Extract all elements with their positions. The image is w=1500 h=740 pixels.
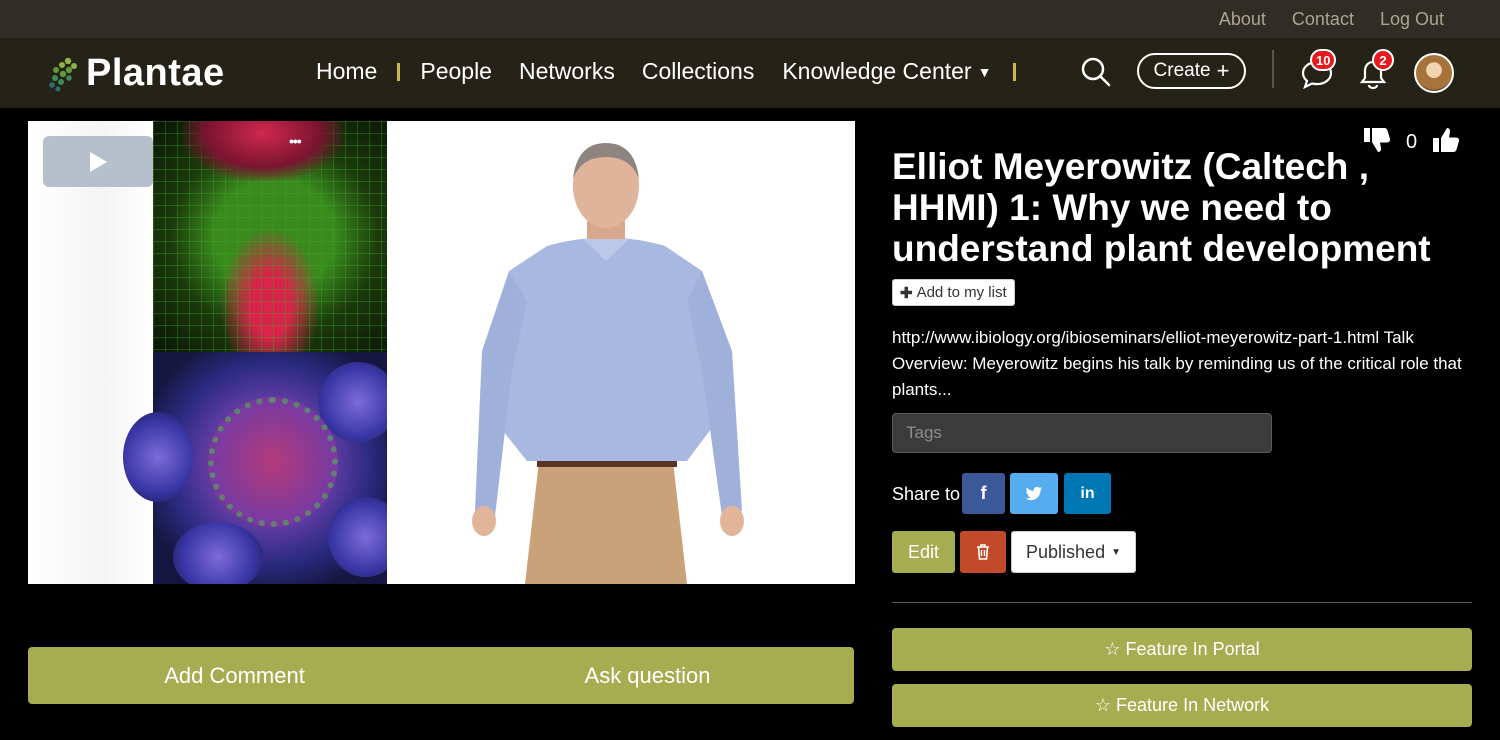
- video-left-panel: [28, 121, 153, 584]
- logout-link[interactable]: Log Out: [1380, 9, 1444, 30]
- nav-home[interactable]: Home: [316, 58, 377, 85]
- messages-button[interactable]: 10: [1300, 49, 1337, 94]
- video-player[interactable]: •••: [28, 121, 855, 584]
- add-to-list-label: Add to my list: [916, 284, 1007, 301]
- linkedin-share-button[interactable]: in: [1064, 473, 1111, 514]
- nav-knowledge-center[interactable]: Knowledge Center: [782, 58, 971, 85]
- nav-separator: [397, 62, 401, 81]
- share-label: Share to: [892, 484, 961, 504]
- ask-question-button[interactable]: Ask question: [441, 647, 854, 704]
- nav-separator: [1013, 62, 1017, 81]
- about-link[interactable]: About: [1219, 9, 1266, 30]
- notifications-button[interactable]: 2: [1358, 49, 1394, 94]
- main-nav: Plantae Home People Networks Collections…: [0, 38, 1500, 108]
- comment-question-bar: Add Comment Ask question: [28, 647, 854, 704]
- add-comment-button[interactable]: Add Comment: [28, 647, 441, 704]
- star-icon: ☆: [1094, 695, 1112, 715]
- notifications-badge: 2: [1372, 49, 1394, 71]
- play-button[interactable]: [43, 136, 153, 187]
- post-description: http://www.ibiology.org/ibioseminars/ell…: [892, 328, 1462, 399]
- create-label: Create: [1153, 60, 1211, 81]
- nav-networks[interactable]: Networks: [519, 58, 615, 85]
- plantae-logo[interactable]: Plantae: [46, 52, 225, 95]
- nav-links: Home People Networks Collections Knowled…: [316, 58, 1017, 85]
- nav-people[interactable]: People: [420, 58, 492, 85]
- search-icon[interactable]: [1080, 56, 1112, 88]
- nav-divider: [1272, 50, 1274, 88]
- feature-portal-label: Feature In Portal: [1125, 639, 1260, 659]
- edit-button[interactable]: Edit: [892, 531, 955, 573]
- facebook-icon: f: [980, 483, 987, 503]
- delete-button[interactable]: [960, 531, 1006, 573]
- divider: [892, 602, 1472, 603]
- publish-status-label: Published: [1026, 541, 1106, 562]
- microscopy-image-top: [153, 121, 387, 352]
- twitter-icon: [1025, 486, 1043, 500]
- create-button[interactable]: Create +: [1137, 53, 1246, 89]
- microscopy-image-bottom: [123, 352, 403, 584]
- plantae-logo-icon: [46, 55, 80, 93]
- play-icon: [90, 151, 107, 172]
- user-avatar[interactable]: [1414, 53, 1454, 93]
- add-to-list-button[interactable]: ✚ Add to my list: [892, 279, 1015, 306]
- nav-collections[interactable]: Collections: [642, 58, 755, 85]
- speaker-figure: [472, 143, 744, 584]
- feature-in-network-button[interactable]: ☆ Feature In Network: [892, 684, 1472, 727]
- plus-icon: +: [1216, 58, 1230, 83]
- caret-down-icon: ▼: [1111, 546, 1121, 558]
- more-options-icon[interactable]: •••: [289, 133, 302, 149]
- star-icon: ☆: [1104, 639, 1121, 659]
- linkedin-icon: in: [1080, 484, 1095, 502]
- post-title: Elliot Meyerowitz (Caltech , HHMI) 1: Wh…: [892, 146, 1431, 269]
- speaker-frame: [387, 121, 855, 584]
- twitter-share-button[interactable]: [1010, 473, 1058, 514]
- facebook-share-button[interactable]: f: [962, 473, 1005, 514]
- contact-link[interactable]: Contact: [1292, 9, 1354, 30]
- feature-network-label: Feature In Network: [1116, 695, 1270, 715]
- plus-icon: ✚: [900, 284, 913, 302]
- logo-text: Plantae: [86, 52, 225, 94]
- utility-bar: About Contact Log Out: [0, 0, 1500, 38]
- tags-input[interactable]: Tags: [892, 413, 1272, 453]
- feature-in-portal-button[interactable]: ☆ Feature In Portal: [892, 628, 1472, 671]
- messages-badge: 10: [1310, 49, 1337, 71]
- chevron-down-icon: ▼: [977, 63, 992, 80]
- trash-icon: [977, 544, 989, 560]
- publish-status-dropdown[interactable]: Published ▼: [1011, 531, 1136, 573]
